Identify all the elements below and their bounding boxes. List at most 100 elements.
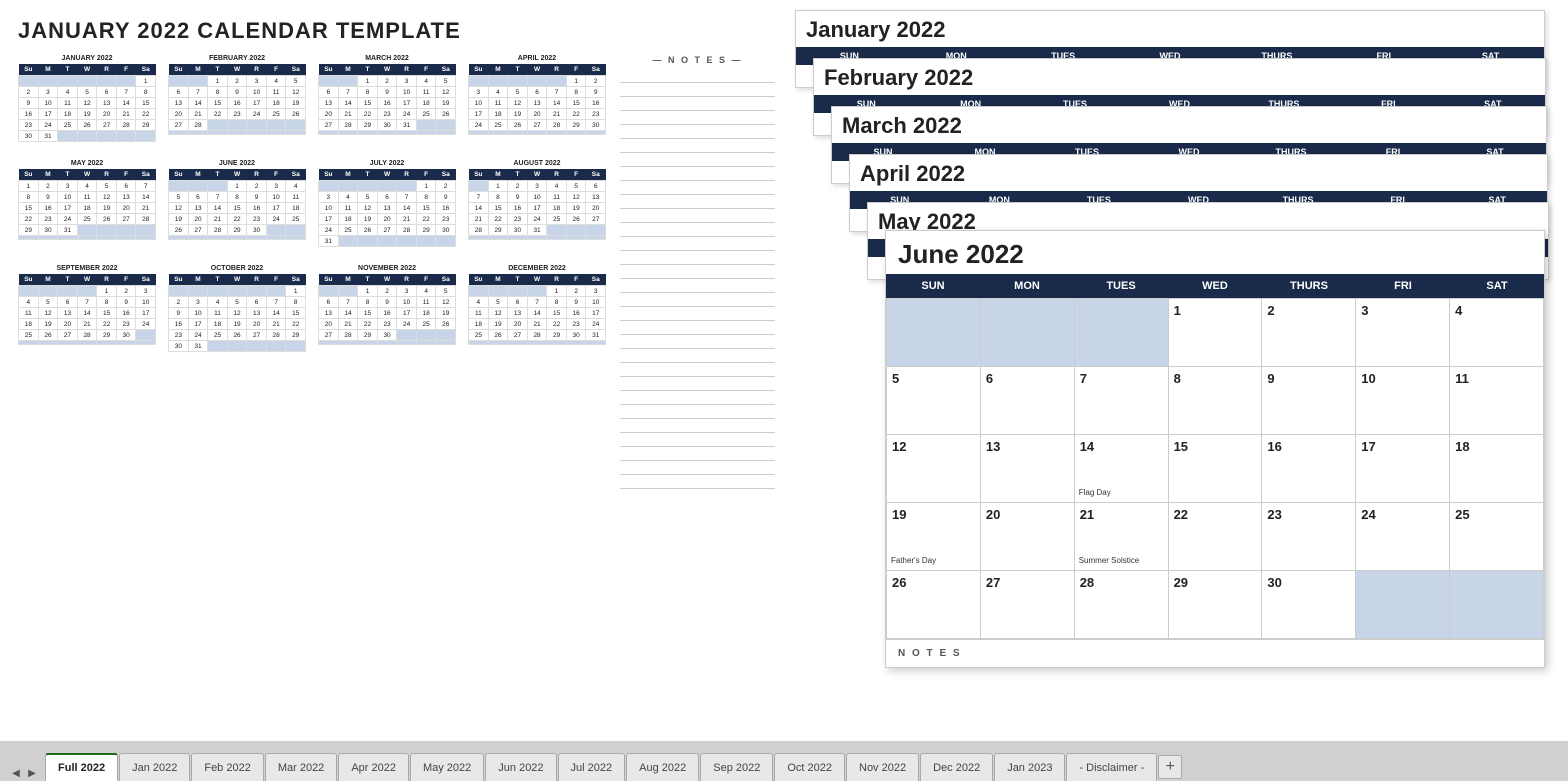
june-cal-cell: 18 (1450, 435, 1544, 503)
tab-prev-arrow[interactable]: ◀ (8, 765, 24, 781)
small-cal-cell (188, 181, 208, 192)
small-cal-cell (488, 286, 508, 297)
small-cal-header-cell: R (97, 169, 117, 181)
small-cal-header-cell: M (38, 274, 58, 286)
small-cal-cell (58, 341, 78, 345)
small-cal-header-cell: R (547, 169, 567, 181)
small-cal-cell (188, 236, 208, 240)
tab-jul2022[interactable]: Jul 2022 (558, 753, 626, 781)
small-cal-cell: 17 (397, 98, 417, 109)
add-tab-button[interactable]: + (1158, 755, 1182, 779)
small-cal-title: MAY 2022 (18, 160, 156, 167)
small-cal-cell: 5 (77, 87, 97, 98)
small-cal-header-cell: Sa (436, 274, 456, 286)
small-cal-title: DECEMBER 2022 (468, 265, 606, 272)
tab-disclaimer[interactable]: - Disclaimer - (1066, 753, 1157, 781)
june-cal-cell: 12 (887, 435, 981, 503)
small-cal-cell (358, 341, 378, 345)
small-cal-cell (97, 131, 117, 142)
tab-full2022[interactable]: Full 2022 (45, 753, 118, 781)
small-cal-cell: 18 (77, 203, 97, 214)
small-cal-cell: 22 (488, 214, 508, 225)
june-day-number: 4 (1455, 303, 1462, 318)
small-cal-header-cell: Sa (286, 64, 306, 76)
small-cal-cell: 25 (77, 214, 97, 225)
small-cal-cell: 2 (436, 181, 456, 192)
small-cal-header-cell: Sa (136, 274, 156, 286)
small-cal-cell: 24 (319, 225, 339, 236)
small-cal-cell: 18 (416, 98, 436, 109)
small-cal-header-cell: R (397, 64, 417, 76)
small-cal-cell: 26 (97, 214, 117, 225)
small-cal-cell (136, 236, 156, 240)
small-cal-cell (319, 286, 339, 297)
small-cal-cell: 6 (319, 297, 339, 308)
small-cal-header-cell: F (566, 274, 586, 286)
small-cal-cell (247, 131, 267, 135)
small-cal-cell (469, 181, 489, 192)
small-cal-cell: 21 (188, 109, 208, 120)
small-cal-cell: 10 (38, 98, 58, 109)
small-cal-cell: 7 (77, 297, 97, 308)
small-cal-cell (338, 181, 358, 192)
june-cal-cell: 21Summer Solstice (1075, 503, 1169, 571)
small-cal-header-cell: T (508, 274, 528, 286)
small-cal-cell: 1 (227, 181, 247, 192)
small-cal-cell (266, 341, 286, 352)
small-cal-cell: 8 (208, 87, 228, 98)
small-cal-title: SEPTEMBER 2022 (18, 265, 156, 272)
small-cal-cell: 3 (136, 286, 156, 297)
small-cal-cell: 2 (508, 181, 528, 192)
tab-jun2022[interactable]: Jun 2022 (485, 753, 556, 781)
small-cal-cell (19, 76, 39, 87)
small-cal-header-cell: R (97, 274, 117, 286)
notes-line (620, 69, 775, 83)
small-cal-cell: 15 (136, 98, 156, 109)
june-day-number: 17 (1361, 439, 1375, 454)
tab-may2022[interactable]: May 2022 (410, 753, 484, 781)
small-cal-cell (286, 225, 306, 236)
small-cal-cell (436, 236, 456, 247)
small-cal-cell: 29 (286, 330, 306, 341)
june-day-number: 15 (1174, 439, 1188, 454)
small-cal-cell (566, 236, 586, 240)
tab-jan2023[interactable]: Jan 2023 (994, 753, 1065, 781)
small-cal-header-cell: Su (169, 169, 189, 181)
notes-lines (620, 69, 775, 489)
small-cal-cell: 9 (247, 192, 267, 203)
small-cal-cell: 3 (58, 181, 78, 192)
tab-mar2022[interactable]: Mar 2022 (265, 753, 337, 781)
small-cal-cell: 4 (338, 192, 358, 203)
small-cal-cell: 10 (319, 203, 339, 214)
small-cal-cell: 2 (247, 181, 267, 192)
tab-dec2022[interactable]: Dec 2022 (920, 753, 993, 781)
small-cal-cell: 23 (586, 109, 606, 120)
tab-next-arrow[interactable]: ▶ (24, 765, 40, 781)
tab-oct2022[interactable]: Oct 2022 (774, 753, 845, 781)
small-cal-cell: 9 (377, 87, 397, 98)
small-cal-cell: 29 (488, 225, 508, 236)
small-cal-cell (188, 76, 208, 87)
small-cal-header-cell: W (527, 169, 547, 181)
tab-aug2022[interactable]: Aug 2022 (626, 753, 699, 781)
small-cal-cell: 25 (416, 109, 436, 120)
small-cal-header-cell: T (358, 274, 378, 286)
small-cal-header-cell: R (397, 169, 417, 181)
small-cal-cell: 23 (19, 120, 39, 131)
small-cal-cell (416, 330, 436, 341)
tab-nov2022[interactable]: Nov 2022 (846, 753, 919, 781)
small-cal-cell: 1 (358, 76, 378, 87)
tab-sep2022[interactable]: Sep 2022 (700, 753, 773, 781)
june-cal-cell: 28 (1075, 571, 1169, 639)
small-cal-cell (436, 330, 456, 341)
tab-feb2022[interactable]: Feb 2022 (191, 753, 263, 781)
tab-jan2022[interactable]: Jan 2022 (119, 753, 190, 781)
small-cal-cell: 15 (227, 203, 247, 214)
stacked-cal-title: April 2022 (850, 155, 1547, 191)
small-cal-header-cell: M (338, 169, 358, 181)
tab-apr2022[interactable]: Apr 2022 (338, 753, 409, 781)
small-cal-cell (436, 131, 456, 135)
june-cal-cell: 7 (1075, 367, 1169, 435)
small-cal-cell: 21 (547, 109, 567, 120)
small-cal-cell (319, 131, 339, 135)
